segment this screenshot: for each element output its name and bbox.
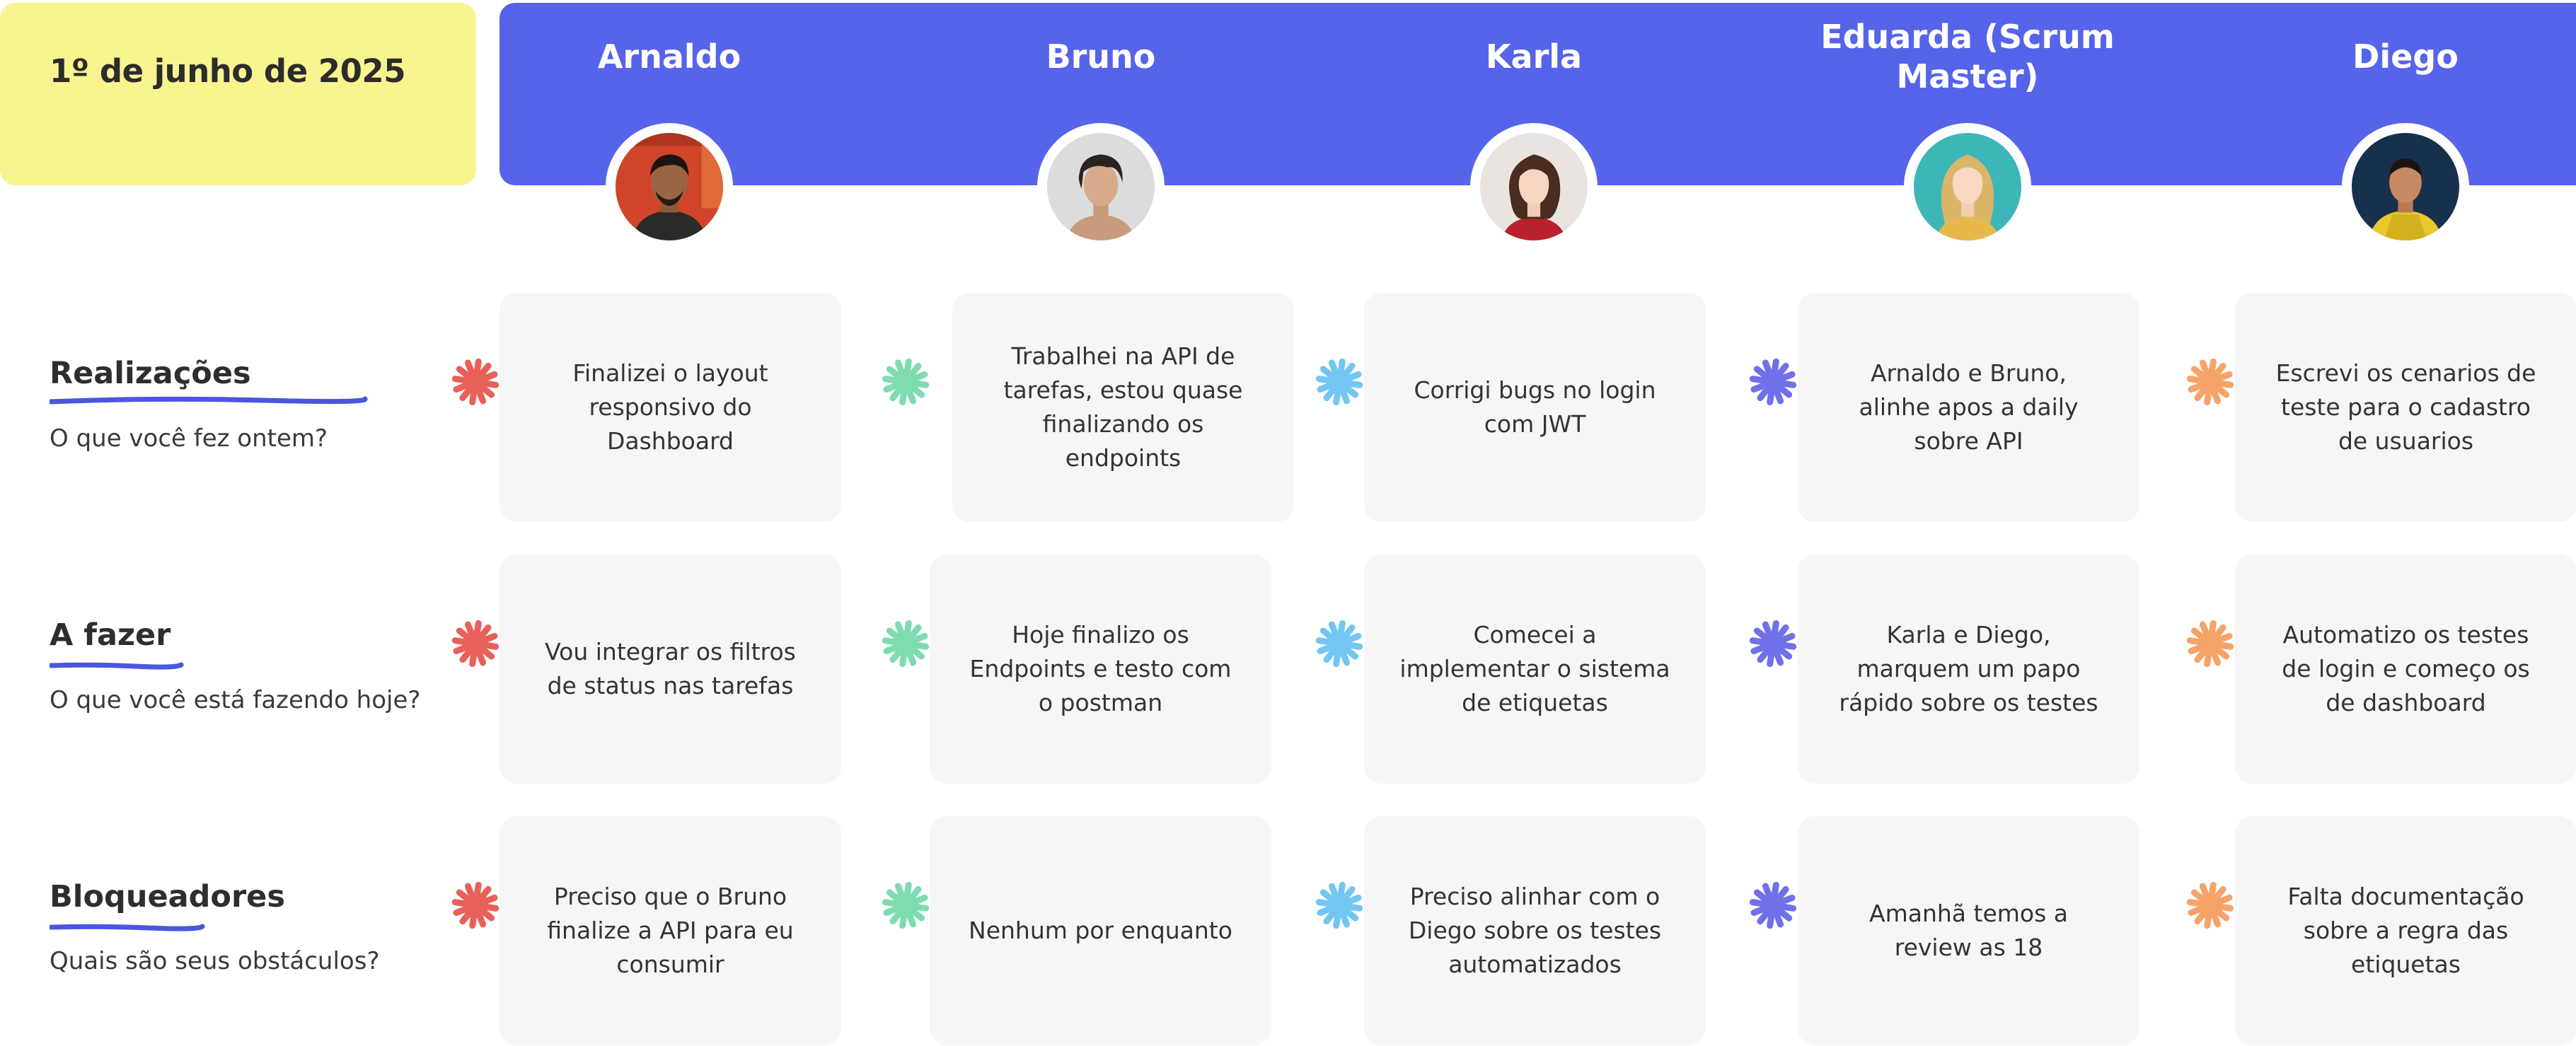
asterisk-icon — [2186, 620, 2234, 668]
date-label: 1º de junho de 2025 — [50, 52, 406, 90]
card-realizacoes-arnaldo: Finalizei o layout responsivo do Dashboa… — [499, 293, 841, 522]
card-a-fazer-eduarda: Karla e Diego, marquem um papo rápido so… — [1798, 554, 2139, 784]
card-bloqueadores-eduarda: Amanhã temos a review as 18 — [1798, 816, 2139, 1045]
asterisk-icon — [882, 358, 930, 406]
asterisk-icon — [451, 620, 499, 668]
section-subtitle: O que você está fazendo hoje? — [50, 686, 421, 714]
avatar-karla — [1470, 123, 1598, 250]
section-title: A fazer — [50, 617, 171, 653]
asterisk-icon — [1315, 881, 1363, 929]
card-a-fazer-diego: Automatizo os testes de login e começo o… — [2235, 554, 2576, 784]
asterisk-icon — [1749, 620, 1797, 668]
card-a-fazer-arnaldo: Vou integrar os filtros de status nas ta… — [499, 554, 841, 784]
section-underline — [50, 924, 205, 931]
member-name: Karla — [1485, 37, 1583, 76]
date-box: 1º de junho de 2025 — [0, 3, 476, 185]
card-a-fazer-karla: Comecei a implementar o sistema de etiqu… — [1364, 554, 1706, 784]
member-name: Eduarda (Scrum Master) — [1820, 18, 2115, 95]
asterisk-icon — [1749, 358, 1797, 406]
asterisk-icon — [2186, 881, 2234, 929]
asterisk-icon — [1749, 881, 1797, 929]
member-name: Diego — [2352, 37, 2459, 76]
card-bloqueadores-bruno: Nenhum por enquanto — [930, 816, 1271, 1045]
asterisk-icon — [882, 881, 930, 929]
card-realizacoes-karla: Corrigi bugs no login com JWT — [1364, 293, 1706, 522]
card-realizacoes-diego: Escrevi os cenarios de teste para o cada… — [2235, 293, 2576, 522]
avatar-bruno — [1037, 123, 1165, 250]
card-a-fazer-bruno: Hoje finalizo os Endpoints e testo com o… — [930, 554, 1271, 784]
asterisk-icon — [882, 620, 930, 668]
section-underline — [50, 662, 184, 670]
asterisk-icon — [1315, 620, 1363, 668]
card-realizacoes-eduarda: Arnaldo e Bruno, alinhe apos a daily sob… — [1798, 293, 2139, 522]
asterisk-icon — [1315, 358, 1363, 406]
asterisk-icon — [451, 358, 499, 406]
member-name: Arnaldo — [597, 37, 741, 76]
avatar-arnaldo — [606, 123, 733, 250]
section-title: Realizações — [50, 356, 251, 391]
section-underline — [50, 396, 368, 405]
asterisk-icon — [2186, 358, 2234, 406]
section-title: Bloqueadores — [50, 879, 285, 914]
section-subtitle: O que você fez ontem? — [50, 424, 328, 453]
card-bloqueadores-arnaldo: Preciso que o Bruno finalize a API para … — [499, 816, 841, 1045]
avatar-diego — [2342, 123, 2469, 250]
card-bloqueadores-karla: Preciso alinhar com o Diego sobre os tes… — [1364, 816, 1706, 1045]
avatar-eduarda — [1904, 123, 2031, 250]
member-name: Bruno — [1046, 37, 1156, 76]
section-subtitle: Quais são seus obstáculos? — [50, 947, 380, 975]
card-bloqueadores-diego: Falta documentação sobre a regra das eti… — [2235, 816, 2576, 1045]
card-realizacoes-bruno: Trabalhei na API de tarefas, estou quase… — [952, 293, 1294, 522]
asterisk-icon — [451, 881, 499, 929]
